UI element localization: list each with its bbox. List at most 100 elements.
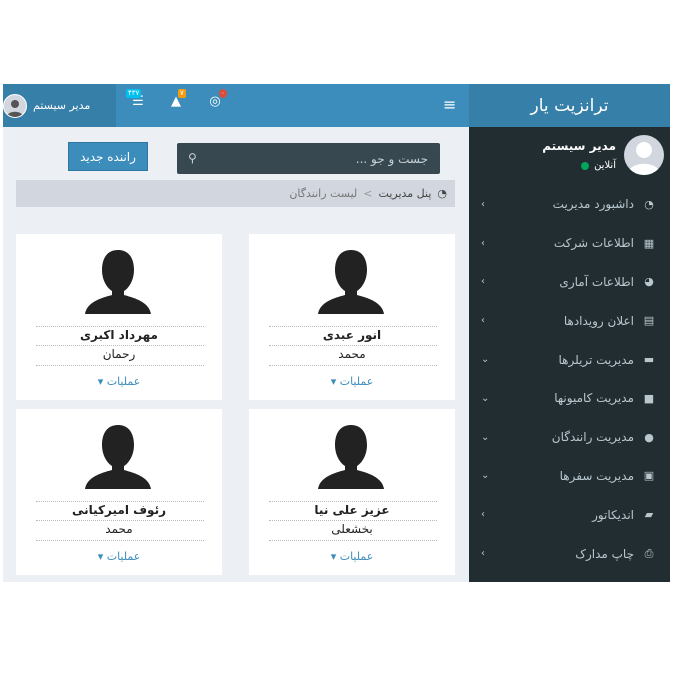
sidebar: مدیر سیستم آنلاین ◔ داشبورد مدیریت › ▦ اطلاع…	[469, 127, 670, 582]
operations-dropdown[interactable]: عملیات ▾	[249, 375, 455, 388]
divider	[269, 540, 437, 541]
folder-icon: ▰	[644, 508, 654, 522]
chevron-icon: ⌄	[481, 354, 490, 366]
chevron-icon: ⌄	[481, 392, 490, 404]
divider	[36, 520, 204, 521]
sidebar-item[interactable]: ▦ اطلاعات شرکت ›	[469, 224, 670, 263]
driver-card: مهرداد اکبری رحمان عملیات ▾	[16, 234, 222, 400]
chevron-icon: ›	[481, 509, 485, 521]
chevron-icon: ›	[481, 198, 485, 210]
divider	[269, 365, 437, 366]
driver-avatar-icon	[316, 248, 386, 317]
driver-card: رئوف امیرکیانی محمد عملیات ▾	[16, 409, 222, 575]
operations-label: عملیات	[339, 550, 374, 563]
operations-label: عملیات	[106, 375, 141, 388]
sidebar-toggle-icon[interactable]: ≡	[443, 95, 456, 114]
sidebar-item-label: چاپ مدارک	[575, 546, 634, 561]
app-logo[interactable]: ترانزیت یار	[469, 84, 670, 127]
online-dot-icon	[581, 161, 590, 170]
app-window: مدیر سیستم ☰ ۴۳۷ ▲ ۷ ◎ ۰ ≡ ترانزیت یار م…	[3, 84, 670, 582]
divider	[269, 501, 437, 502]
driver-name: مهرداد اکبری	[80, 328, 158, 342]
divider	[36, 540, 204, 541]
driver-father-name: رحمان	[102, 347, 136, 361]
sidebar-item[interactable]: ● مدیریت رانندگان ⌄	[469, 418, 670, 457]
chevron-icon: ⌄	[481, 470, 490, 482]
caret-down-icon: ▾	[97, 550, 104, 563]
messages-badge: ۰	[219, 89, 227, 98]
sidebar-item[interactable]: ⎙ چاپ مدارک ›	[469, 534, 670, 573]
chevron-icon: ›	[481, 315, 485, 327]
breadcrumb-separator: >	[363, 187, 373, 200]
alerts-notification[interactable]: ▲ ۷	[166, 89, 186, 114]
divider	[36, 365, 204, 366]
sidebar-item-label: مدیریت تریلرها	[558, 352, 634, 367]
driver-name: رئوف امیرکیانی	[72, 503, 166, 517]
driver-father-name: بخشعلی	[331, 522, 373, 536]
sidebar-user-name: مدیر سیستم	[542, 139, 616, 153]
driver-name: انور عبدی	[322, 328, 382, 342]
sidebar-item-label: مدیریت کامیونها	[554, 391, 634, 406]
driver-name: عزیز علی نیا	[314, 503, 390, 517]
messages-notification[interactable]: ◎ ۰	[205, 89, 227, 114]
sidebar-item[interactable]: ▣ مدیریت سفرها ⌄	[469, 457, 670, 496]
operations-label: عملیات	[106, 550, 141, 563]
dashboard-icon: ◔	[644, 197, 654, 211]
driver-father-name: محمد	[338, 347, 366, 361]
operations-dropdown[interactable]: عملیات ▾	[16, 550, 222, 563]
breadcrumb-current: لیست رانندگان	[289, 187, 358, 200]
sidebar-item-label: مدیریت رانندگان	[551, 430, 634, 445]
search-icon[interactable]: ⚲	[188, 151, 197, 165]
sidebar-item[interactable]: ▤ اعلان رویدادها ›	[469, 301, 670, 340]
sidebar-item[interactable]: ◕ اطلاعات آماری ›	[469, 263, 670, 302]
sidebar-item-label: داشبورد مدیریت	[552, 197, 634, 212]
divider	[269, 326, 437, 327]
dashboard-icon: ◔	[437, 187, 447, 200]
chevron-icon: ›	[481, 237, 485, 249]
pie-chart-icon: ◕	[644, 275, 654, 289]
sidebar-item-label: اطلاعات شرکت	[553, 236, 634, 251]
top-navbar: مدیر سیستم ☰ ۴۳۷ ▲ ۷ ◎ ۰ ≡	[3, 84, 469, 127]
truck-icon: ■	[643, 391, 655, 405]
breadcrumb-root[interactable]: پنل مدیریت	[379, 187, 432, 200]
caret-down-icon: ▾	[97, 375, 104, 388]
chevron-icon: ›	[481, 276, 485, 288]
new-driver-button[interactable]: راننده جدید	[68, 142, 148, 171]
status-label: آنلاین	[594, 160, 616, 171]
tasks-notification[interactable]: ☰ ۴۳۷	[126, 89, 148, 114]
user-menu-name: مدیر سیستم	[33, 99, 91, 112]
divider	[269, 345, 437, 346]
driver-avatar-icon	[83, 423, 153, 492]
divider	[269, 520, 437, 521]
search-input[interactable]	[196, 143, 440, 174]
divider	[36, 501, 204, 502]
user-avatar	[3, 93, 27, 118]
sidebar-item-label: مدیریت سفرها	[559, 468, 634, 483]
user-icon: ●	[644, 430, 654, 444]
caret-down-icon: ▾	[330, 550, 337, 563]
operations-dropdown[interactable]: عملیات ▾	[249, 550, 455, 563]
sidebar-item[interactable]: ▰ اندیکاتور ›	[469, 495, 670, 534]
driver-avatar-icon	[83, 248, 153, 317]
chevron-icon: ⌄	[481, 431, 490, 443]
breadcrumb: ◔ پنل مدیریت > لیست رانندگان	[16, 180, 455, 207]
caret-down-icon: ▾	[330, 375, 337, 388]
sidebar-item-label: اطلاعات آماری	[559, 274, 634, 289]
search-box: ⚲	[177, 143, 440, 174]
operations-dropdown[interactable]: عملیات ▾	[16, 375, 222, 388]
driver-card: عزیز علی نیا بخشعلی عملیات ▾	[249, 409, 455, 575]
print-icon: ⎙	[644, 546, 654, 560]
divider	[36, 326, 204, 327]
sidebar-avatar	[624, 135, 664, 175]
sidebar-item-label: اندیکاتور	[592, 507, 634, 522]
alerts-badge: ۷	[178, 89, 186, 98]
calendar-icon: ▤	[643, 314, 655, 328]
bus-icon: ▣	[643, 469, 655, 483]
sidebar-item[interactable]: ◔ داشبورد مدیریت ›	[469, 185, 670, 224]
user-menu[interactable]: مدیر سیستم	[3, 84, 116, 127]
sidebar-item[interactable]: ▬ مدیریت تریلرها ⌄	[469, 340, 670, 379]
driver-father-name: محمد	[105, 522, 133, 536]
sidebar-item[interactable]: ■ مدیریت کامیونها ⌄	[469, 379, 670, 418]
trailer-icon: ▬	[643, 353, 655, 367]
sidebar-user-status: آنلاین	[581, 160, 616, 171]
